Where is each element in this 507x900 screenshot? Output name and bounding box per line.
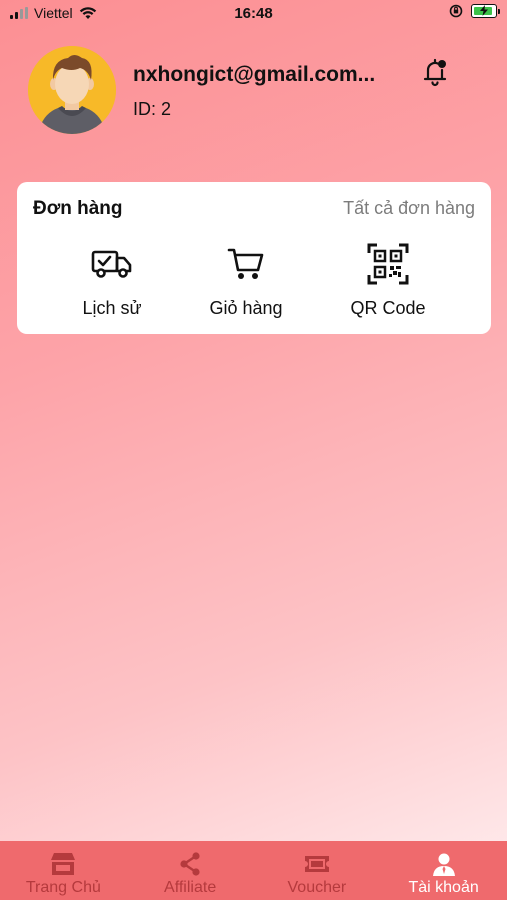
- nav-label-home: Trang Chủ: [25, 879, 101, 896]
- shopping-cart-icon: [186, 242, 306, 286]
- qr-code-icon: [328, 242, 448, 286]
- nav-label-account: Tài khoản: [408, 879, 479, 896]
- orders-title: Đơn hàng: [33, 198, 123, 219]
- orientation-lock-icon: [449, 4, 463, 18]
- nav-item-account[interactable]: Tài khoản: [380, 841, 507, 900]
- profile-avatar-wrap[interactable]: [28, 46, 116, 134]
- nav-label-voucher: Voucher: [287, 879, 347, 896]
- notification-bell-icon[interactable]: [420, 56, 450, 88]
- bottom-nav: Trang Chủ Affiliate Voucher Tài khoản: [0, 841, 507, 900]
- avatar[interactable]: [28, 46, 116, 134]
- user-email: nxhongict@gmail.com...: [133, 63, 376, 86]
- view-all-orders-link[interactable]: Tất cả đơn hàng: [343, 198, 475, 219]
- cart-label: Giỏ hàng: [209, 298, 283, 318]
- qr-code-label: QR Code: [350, 298, 426, 318]
- user-id: ID: 2: [133, 99, 172, 119]
- nav-label-affiliate: Affiliate: [164, 879, 217, 896]
- nav-item-affiliate[interactable]: Affiliate: [127, 841, 254, 900]
- store-icon: [49, 851, 77, 877]
- delivery-truck-icon: [52, 242, 172, 286]
- status-time: 16:48: [234, 5, 273, 22]
- order-history-button[interactable]: Lịch sử: [52, 242, 172, 319]
- qr-code-button[interactable]: QR Code: [328, 242, 448, 319]
- nav-item-voucher[interactable]: Voucher: [254, 841, 381, 900]
- share-icon: [179, 851, 201, 877]
- status-bar: Viettel 16:48: [0, 0, 507, 28]
- nav-item-home[interactable]: Trang Chủ: [0, 841, 127, 900]
- order-history-label: Lịch sử: [82, 298, 142, 318]
- status-right: [449, 4, 500, 18]
- cart-button[interactable]: Giỏ hàng: [186, 242, 306, 319]
- orders-card: Đơn hàng Tất cả đơn hàng Lịch sử Giỏ hàn…: [17, 182, 491, 334]
- battery-icon: [471, 4, 500, 18]
- ticket-icon: [303, 851, 331, 877]
- user-icon: [432, 851, 456, 877]
